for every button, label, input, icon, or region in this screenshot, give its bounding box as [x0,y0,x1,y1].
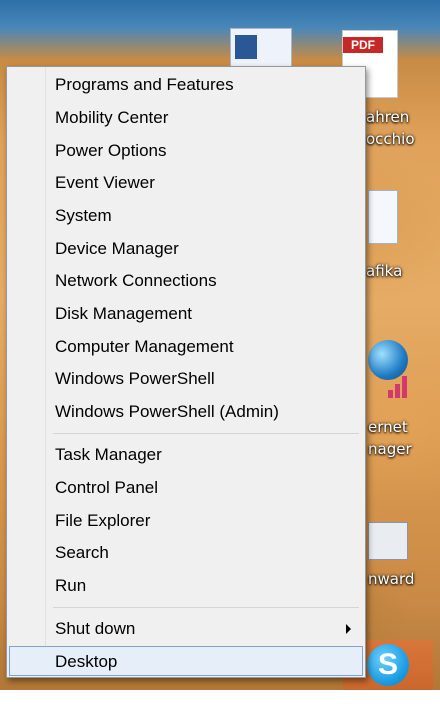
menu-separator [53,433,359,434]
submenu-arrow-icon [346,624,351,634]
menu-item-programs-and-features[interactable]: Programs and Features [9,70,363,100]
winx-context-menu: Programs and Features Mobility Center Po… [6,66,366,678]
application-window-icon[interactable] [368,522,408,560]
menu-item-shut-down[interactable]: Shut down [9,614,363,644]
menu-item-label: Windows PowerShell [55,369,215,388]
menu-item-system[interactable]: System [9,201,363,231]
menu-item-label: Disk Management [55,304,193,323]
skype-icon[interactable]: S [367,644,409,686]
menu-item-mobility-center[interactable]: Mobility Center [9,103,363,133]
signal-bars-icon [388,372,412,398]
menu-item-label: Task Manager [55,445,162,464]
menu-item-label: Device Manager [55,239,179,258]
menu-item-label: Power Options [55,141,167,160]
menu-item-label: Network Connections [55,271,217,290]
menu-item-file-explorer[interactable]: File Explorer [9,506,363,536]
menu-item-label: Windows PowerShell (Admin) [55,402,279,421]
word-document-icon[interactable] [230,28,292,70]
shortcut-file-icon[interactable] [368,190,398,244]
menu-item-event-viewer[interactable]: Event Viewer [9,168,363,198]
desktop-icon-label: afika [366,262,403,280]
menu-item-desktop[interactable]: Desktop [9,646,363,676]
menu-item-label: Search [55,543,109,562]
menu-item-control-panel[interactable]: Control Panel [9,473,363,503]
desktop-icon-label: nward [368,570,415,588]
menu-item-label: Control Panel [55,478,159,497]
menu-item-power-options[interactable]: Power Options [9,136,363,166]
menu-separator [53,607,359,608]
menu-item-windows-powershell[interactable]: Windows PowerShell [9,364,363,394]
menu-item-device-manager[interactable]: Device Manager [9,234,363,264]
menu-item-disk-management[interactable]: Disk Management [9,299,363,329]
menu-item-search[interactable]: Search [9,538,363,568]
menu-item-label: Mobility Center [55,108,169,127]
menu-item-windows-powershell-admin[interactable]: Windows PowerShell (Admin) [9,397,363,427]
menu-item-label: File Explorer [55,511,151,530]
menu-item-label: Event Viewer [55,173,155,192]
taskbar [0,690,440,721]
menu-item-label: Computer Management [55,337,234,356]
desktop-icon-label: ernet [368,418,408,436]
menu-item-label: Programs and Features [55,75,234,94]
pdf-tag: PDF [343,37,383,53]
desktop-icon-label: nager [368,440,412,458]
menu-item-network-connections[interactable]: Network Connections [9,266,363,296]
desktop-icon-label: occhio [366,130,415,148]
menu-item-label: Run [55,576,87,595]
menu-item-label: Shut down [55,619,136,638]
menu-item-label: Desktop [55,652,118,671]
desktop-icon-label: ahren [366,108,410,126]
menu-item-label: System [55,206,112,225]
menu-item-task-manager[interactable]: Task Manager [9,440,363,470]
menu-item-computer-management[interactable]: Computer Management [9,332,363,362]
menu-item-run[interactable]: Run [9,571,363,601]
